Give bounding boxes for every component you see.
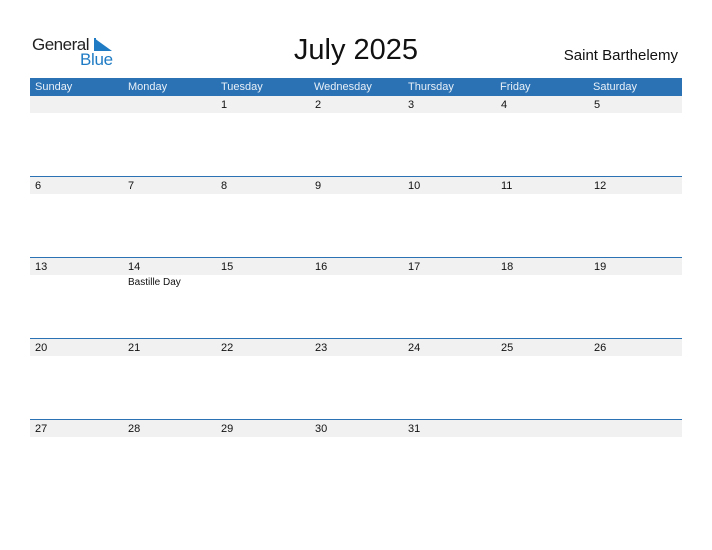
- day-number: 6: [35, 180, 42, 192]
- day-number: 3: [408, 99, 415, 111]
- day-number: 22: [221, 342, 234, 354]
- weekday-tuesday: Tuesday: [221, 81, 263, 93]
- day-number: 31: [408, 423, 421, 435]
- day-number: 24: [408, 342, 421, 354]
- week-row: 27 28 29 30 31: [30, 419, 682, 501]
- day-number: 18: [501, 261, 514, 273]
- day-number: 28: [128, 423, 141, 435]
- weekday-monday: Monday: [128, 81, 168, 93]
- weekday-sunday: Sunday: [35, 81, 73, 93]
- week-row: 13 14 Bastille Day 15 16 17 18 19: [30, 257, 682, 339]
- day-number: 29: [221, 423, 234, 435]
- weekday-wednesday: Wednesday: [314, 81, 372, 93]
- weekday-saturday: Saturday: [593, 81, 638, 93]
- week-row: 1 2 3 4 5: [30, 96, 682, 177]
- day-number: 11: [501, 180, 513, 192]
- day-number: 1: [221, 99, 228, 111]
- week-divider: [30, 176, 682, 177]
- day-number: 13: [35, 261, 48, 273]
- country-name: Saint Barthelemy: [563, 47, 678, 64]
- day-number: 14: [128, 261, 141, 273]
- day-number: 15: [221, 261, 234, 273]
- day-number: 19: [594, 261, 607, 273]
- week-divider: [30, 419, 682, 420]
- day-number: 7: [128, 180, 135, 192]
- day-number: 16: [315, 261, 328, 273]
- week-row: 6 7 8 9 10 11 12: [30, 176, 682, 258]
- day-number: 10: [408, 180, 421, 192]
- week-divider: [30, 257, 682, 258]
- day-number: 17: [408, 261, 421, 273]
- day-number: 8: [221, 180, 228, 192]
- day-number: 23: [315, 342, 328, 354]
- day-number: 20: [35, 342, 48, 354]
- week-row: 20 21 22 23 24 25 26: [30, 338, 682, 420]
- week-divider: [30, 338, 682, 339]
- holiday-label: Bastille Day: [128, 277, 181, 288]
- day-number: 2: [315, 99, 322, 111]
- day-number: 4: [501, 99, 508, 111]
- day-number: 25: [501, 342, 514, 354]
- weekday-header: Sunday Monday Tuesday Wednesday Thursday…: [30, 78, 682, 96]
- date-strip: [30, 96, 682, 113]
- day-number: 26: [594, 342, 607, 354]
- day-number: 5: [594, 99, 601, 111]
- day-number: 30: [315, 423, 328, 435]
- day-number: 9: [315, 180, 322, 192]
- day-number: 21: [128, 342, 141, 354]
- weekday-friday: Friday: [500, 81, 531, 93]
- day-number: 12: [594, 180, 607, 192]
- day-number: 27: [35, 423, 48, 435]
- weekday-thursday: Thursday: [408, 81, 454, 93]
